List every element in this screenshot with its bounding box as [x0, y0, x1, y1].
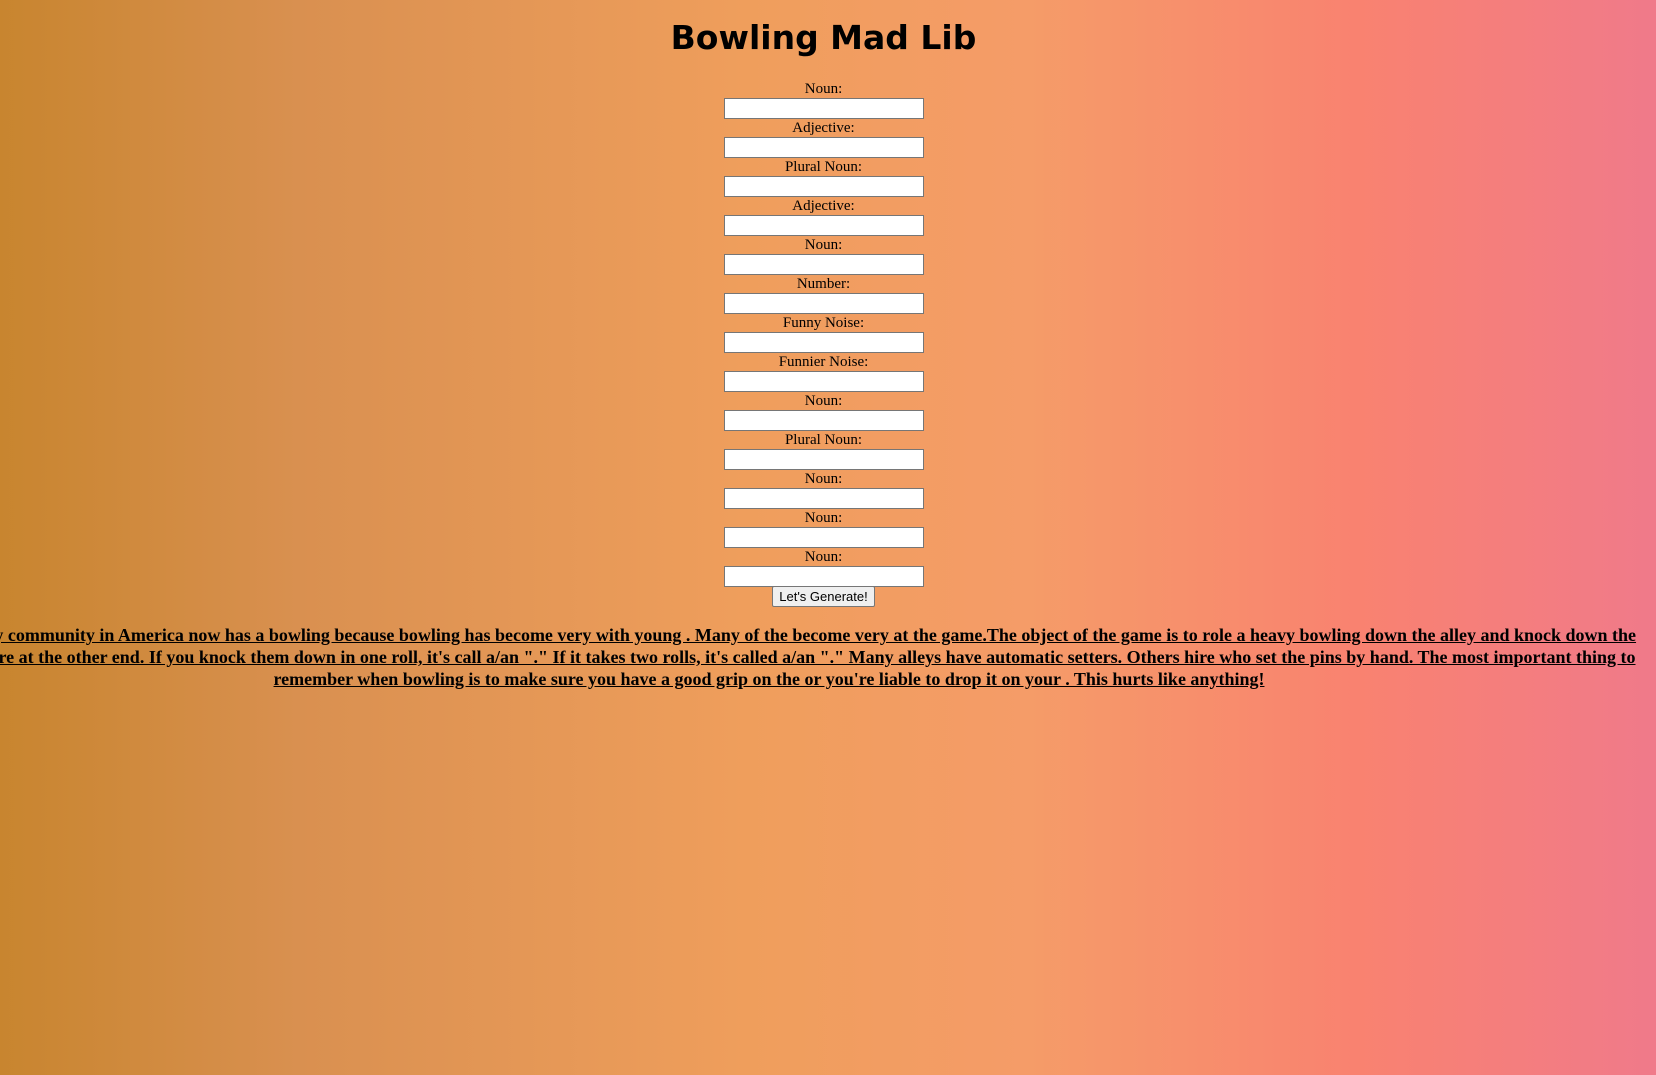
story-output: Almost every community in America now ha… [0, 625, 1637, 689]
story-viewport: Almost every community in America now ha… [0, 0, 1656, 1075]
